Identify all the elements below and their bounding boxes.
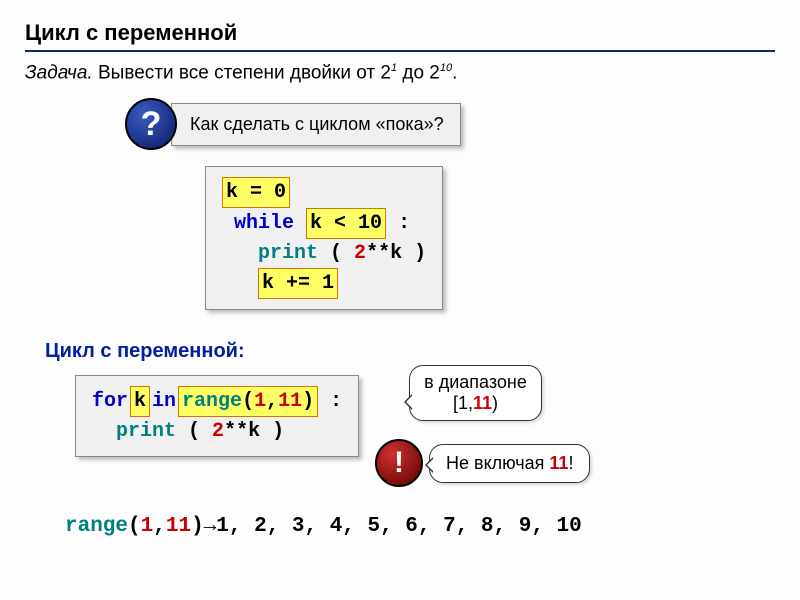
section-label: Цикл с переменной: [45,340,775,363]
task-body-2: до 2 [397,62,440,83]
code-kw-print-2: print [116,420,176,443]
speech-range-l1: в диапазоне [424,372,527,393]
range-open: ( [128,515,141,538]
speech-exclaim: Не включая 11! [429,444,590,483]
range-b: 11 [166,515,191,538]
code-paren-close-1: ) [402,242,426,265]
code-range-word-1: range [182,390,242,413]
question-callout: ? Как сделать с циклом «пока»? [125,98,775,150]
code-kw-print-1: print [258,242,318,265]
code-hl-range: range(1,11) [178,386,318,417]
code-paren-open-1: ( [318,242,354,265]
code-hl-init: k = 0 [222,177,290,208]
code-colon-2: : [318,390,342,413]
range-close: ) [191,515,204,538]
code-hl-step: k += 1 [258,268,338,299]
code-close-1: ) [302,390,314,413]
question-mark-icon: ? [125,98,177,150]
arrow-icon: → [204,515,217,538]
code-comma-1: , [266,390,278,413]
task-sup-2: 10 [440,62,452,74]
code-kw-in: in [152,390,176,413]
task-body-1: Вывести все степени двойки от 2 [93,62,391,83]
range-word-2: range [65,515,128,538]
task-prefix: Задача. [25,62,93,83]
code-hl-cond: k < 10 [306,208,386,239]
code-kw-for: for [92,390,128,413]
code-expr-rest-2: **k [224,420,260,443]
page-title: Цикл с переменной [25,20,775,52]
speech-range-l2a: [1, [453,393,473,413]
speech-range-l2c: ) [492,393,498,413]
code-while-box: k = 0 while k < 10 : print ( 2**k ) k +=… [205,166,443,310]
speech-excl-c: ! [568,453,573,473]
range-a: 1 [141,515,154,538]
code-expr-rest-1: **k [366,242,402,265]
range-expansion: range(1,11) → 1, 2, 3, 4, 5, 6, 7, 8, 9,… [65,515,775,538]
speech-excl-b: 11 [549,453,568,473]
task-body-3: . [452,62,457,83]
code-kw-while: while [234,212,294,235]
code-arg-11: 11 [278,390,302,413]
code-paren-open-2: ( [176,420,212,443]
code-hl-k: k [130,386,150,417]
speech-range: в диапазоне [1,11) [409,365,542,421]
speech-excl-a: Не включая [446,453,549,473]
range-output: 1, 2, 3, 4, 5, 6, 7, 8, 9, 10 [216,515,581,538]
code-colon-1: : [398,212,410,235]
code-for-box: for k in range(1,11) : print ( 2**k ) [75,375,359,457]
exclaim-callout: ! Не включая 11! [375,439,775,487]
code-arg-1: 1 [254,390,266,413]
code-paren-close-2: ) [260,420,284,443]
code-num-2-a: 2 [354,242,366,265]
task-text: Задача. Вывести все степени двойки от 2 1… [25,62,775,84]
exclaim-mark-icon: ! [375,439,423,487]
code-open-1: ( [242,390,254,413]
code-num-2-b: 2 [212,420,224,443]
range-comma: , [153,515,166,538]
question-box: Как сделать с циклом «пока»? [171,103,461,146]
speech-range-l2b: 11 [473,393,492,413]
